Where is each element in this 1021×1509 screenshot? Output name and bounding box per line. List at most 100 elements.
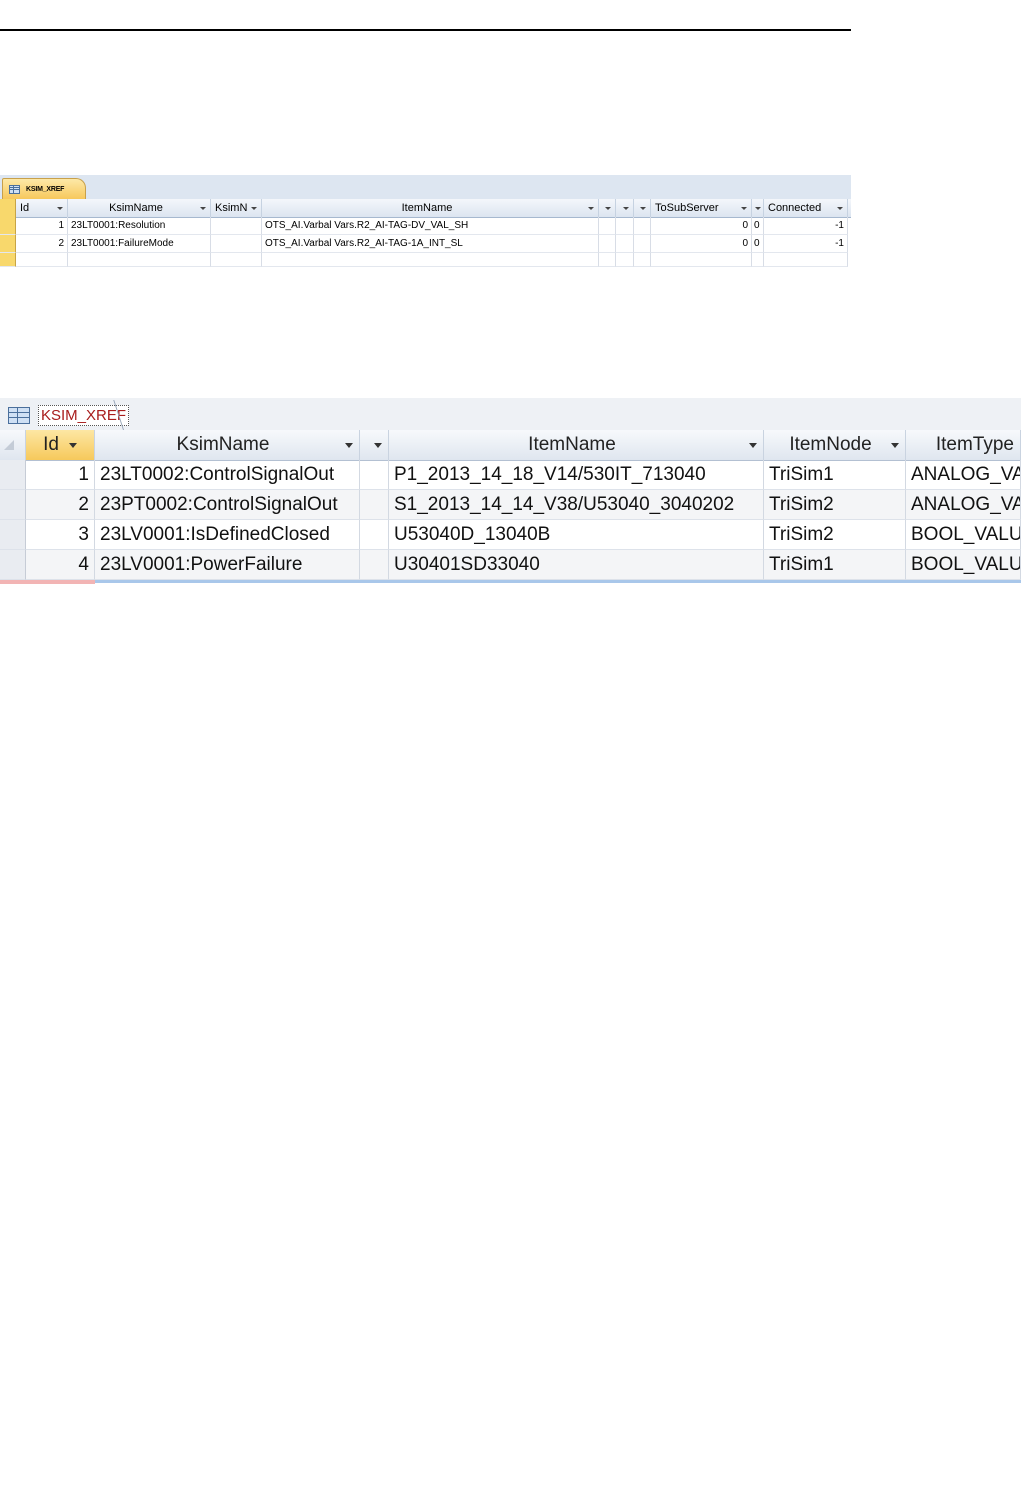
cell-empty[interactable] (764, 253, 848, 267)
table-row[interactable]: 4 23LV0001:PowerFailure U30401SD33040 Tr… (0, 550, 1021, 580)
large-col-id[interactable]: Id (26, 430, 95, 460)
small-tab-ksim-xref[interactable]: KSIM_XREF (2, 178, 86, 199)
new-record-indicator[interactable] (0, 580, 95, 584)
chevron-down-icon[interactable] (251, 206, 257, 210)
cell-id[interactable]: 2 (16, 235, 68, 253)
table-row[interactable]: 3 23LV0001:IsDefinedClosed U53040D_13040… (0, 520, 1021, 550)
cell-itemtype[interactable]: ANALOG_VA (906, 490, 1021, 520)
row-selector[interactable] (0, 550, 26, 580)
cell-5[interactable] (599, 235, 616, 253)
cell-itemnode[interactable]: TriSim2 (764, 520, 906, 550)
cell-empty[interactable] (634, 253, 651, 267)
small-col-id[interactable]: Id (16, 199, 68, 217)
chevron-down-icon[interactable] (588, 206, 594, 210)
new-record-row[interactable] (0, 253, 851, 267)
table-row[interactable]: 2 23PT0002:ControlSignalOut S1_2013_14_1… (0, 490, 1021, 520)
cell-blank[interactable] (360, 460, 389, 490)
chevron-down-icon[interactable] (741, 206, 747, 210)
large-col-ksimname[interactable]: KsimName (95, 430, 360, 460)
small-col-tosubserver[interactable]: ToSubServer (651, 199, 752, 217)
cell-5[interactable] (599, 217, 616, 235)
large-select-all[interactable] (0, 430, 26, 460)
table-row[interactable]: 1 23LT0002:ControlSignalOut P1_2013_14_1… (0, 460, 1021, 490)
row-selector[interactable] (0, 490, 26, 520)
cell-itemnode[interactable]: TriSim1 (764, 460, 906, 490)
cell-id[interactable]: 3 (26, 520, 95, 550)
cell-itemname[interactable]: P1_2013_14_18_V14/530IT_713040 (389, 460, 764, 490)
cell-empty[interactable] (68, 253, 211, 267)
cell-empty[interactable] (752, 253, 764, 267)
cell-itemname[interactable]: OTS_AI.Varbal Vars.R2_AI-TAG-1A_INT_SL (262, 235, 599, 253)
chevron-down-icon[interactable] (837, 206, 843, 210)
cell-itemname[interactable]: U53040D_13040B (389, 520, 764, 550)
chevron-down-icon[interactable] (640, 206, 646, 210)
cell-empty[interactable] (211, 253, 262, 267)
large-col-itemnode[interactable]: ItemNode (764, 430, 906, 460)
small-col-7[interactable] (634, 199, 651, 217)
cell-empty[interactable] (16, 253, 68, 267)
table-row[interactable]: 2 23LT0001:FailureMode OTS_AI.Varbal Var… (0, 235, 851, 253)
cell-id[interactable]: 4 (26, 550, 95, 580)
small-col-6[interactable] (616, 199, 634, 217)
cell-9[interactable]: 0 (752, 217, 764, 235)
chevron-down-icon[interactable] (605, 206, 611, 210)
cell-id[interactable]: 1 (26, 460, 95, 490)
small-col-ksimn[interactable]: KsimN (211, 199, 262, 217)
cell-id[interactable]: 2 (26, 490, 95, 520)
cell-7[interactable] (634, 217, 651, 235)
cell-tosubserver[interactable]: 0 (651, 235, 752, 253)
chevron-down-icon[interactable] (199, 206, 206, 210)
cell-tosubserver[interactable]: 0 (651, 217, 752, 235)
cell-9[interactable]: 0 (752, 235, 764, 253)
table-row[interactable]: 1 23LT0001:Resolution OTS_AI.Varbal Vars… (0, 217, 851, 235)
cell-7[interactable] (634, 235, 651, 253)
cell-ksimname[interactable]: 23LT0001:Resolution (68, 217, 211, 235)
cell-empty[interactable] (599, 253, 616, 267)
large-col-itemname[interactable]: ItemName (389, 430, 764, 460)
chevron-down-icon[interactable] (748, 442, 757, 448)
cell-connected[interactable]: -1 (764, 235, 848, 253)
cell-itemnode[interactable]: TriSim1 (764, 550, 906, 580)
small-col-5[interactable] (599, 199, 616, 217)
small-select-all[interactable] (0, 199, 16, 217)
chevron-down-icon[interactable] (891, 442, 899, 448)
cell-ksimname[interactable]: 23PT0002:ControlSignalOut (95, 490, 360, 520)
cell-itemtype[interactable]: ANALOG_VA (906, 460, 1021, 490)
large-col-blank[interactable] (360, 430, 389, 460)
cell-empty[interactable] (616, 253, 634, 267)
row-selector[interactable] (0, 217, 16, 235)
chevron-down-icon[interactable] (755, 206, 761, 210)
cell-ksimn[interactable] (211, 235, 262, 253)
row-selector[interactable] (0, 253, 16, 267)
cell-connected[interactable]: -1 (764, 217, 848, 235)
cell-ksimn[interactable] (211, 217, 262, 235)
chevron-down-icon[interactable] (374, 442, 382, 448)
row-selector[interactable] (0, 235, 16, 253)
cell-blank[interactable] (360, 550, 389, 580)
chevron-down-icon[interactable] (68, 442, 77, 448)
row-selector[interactable] (0, 520, 26, 550)
cell-itemtype[interactable]: BOOL_VALU (906, 520, 1021, 550)
small-col-itemname[interactable]: ItemName (262, 199, 599, 217)
cell-ksimname[interactable]: 23LV0001:IsDefinedClosed (95, 520, 360, 550)
cell-itemname[interactable]: U30401SD33040 (389, 550, 764, 580)
cell-blank[interactable] (360, 490, 389, 520)
small-col-ksimname[interactable]: KsimName (68, 199, 211, 217)
cell-itemname[interactable]: S1_2013_14_14_V38/U53040_3040202 (389, 490, 764, 520)
cell-blank[interactable] (360, 520, 389, 550)
cell-itemtype[interactable]: BOOL_VALU (906, 550, 1021, 580)
cell-6[interactable] (616, 235, 634, 253)
cell-itemnode[interactable]: TriSim2 (764, 490, 906, 520)
chevron-down-icon[interactable] (57, 206, 63, 210)
cell-ksimname[interactable]: 23LT0002:ControlSignalOut (95, 460, 360, 490)
cell-ksimname[interactable]: 23LT0001:FailureMode (68, 235, 211, 253)
large-tab-ksim-xref[interactable]: KSIM_XREF (4, 400, 138, 430)
cell-ksimname[interactable]: 23LV0001:PowerFailure (95, 550, 360, 580)
chevron-down-icon[interactable] (623, 206, 629, 210)
cell-empty[interactable] (262, 253, 599, 267)
chevron-down-icon[interactable] (345, 442, 353, 448)
cell-itemname[interactable]: OTS_AI.Varbal Vars.R2_AI-TAG-DV_VAL_SH (262, 217, 599, 235)
cell-empty[interactable] (651, 253, 752, 267)
cell-6[interactable] (616, 217, 634, 235)
small-col-9[interactable] (752, 199, 764, 217)
